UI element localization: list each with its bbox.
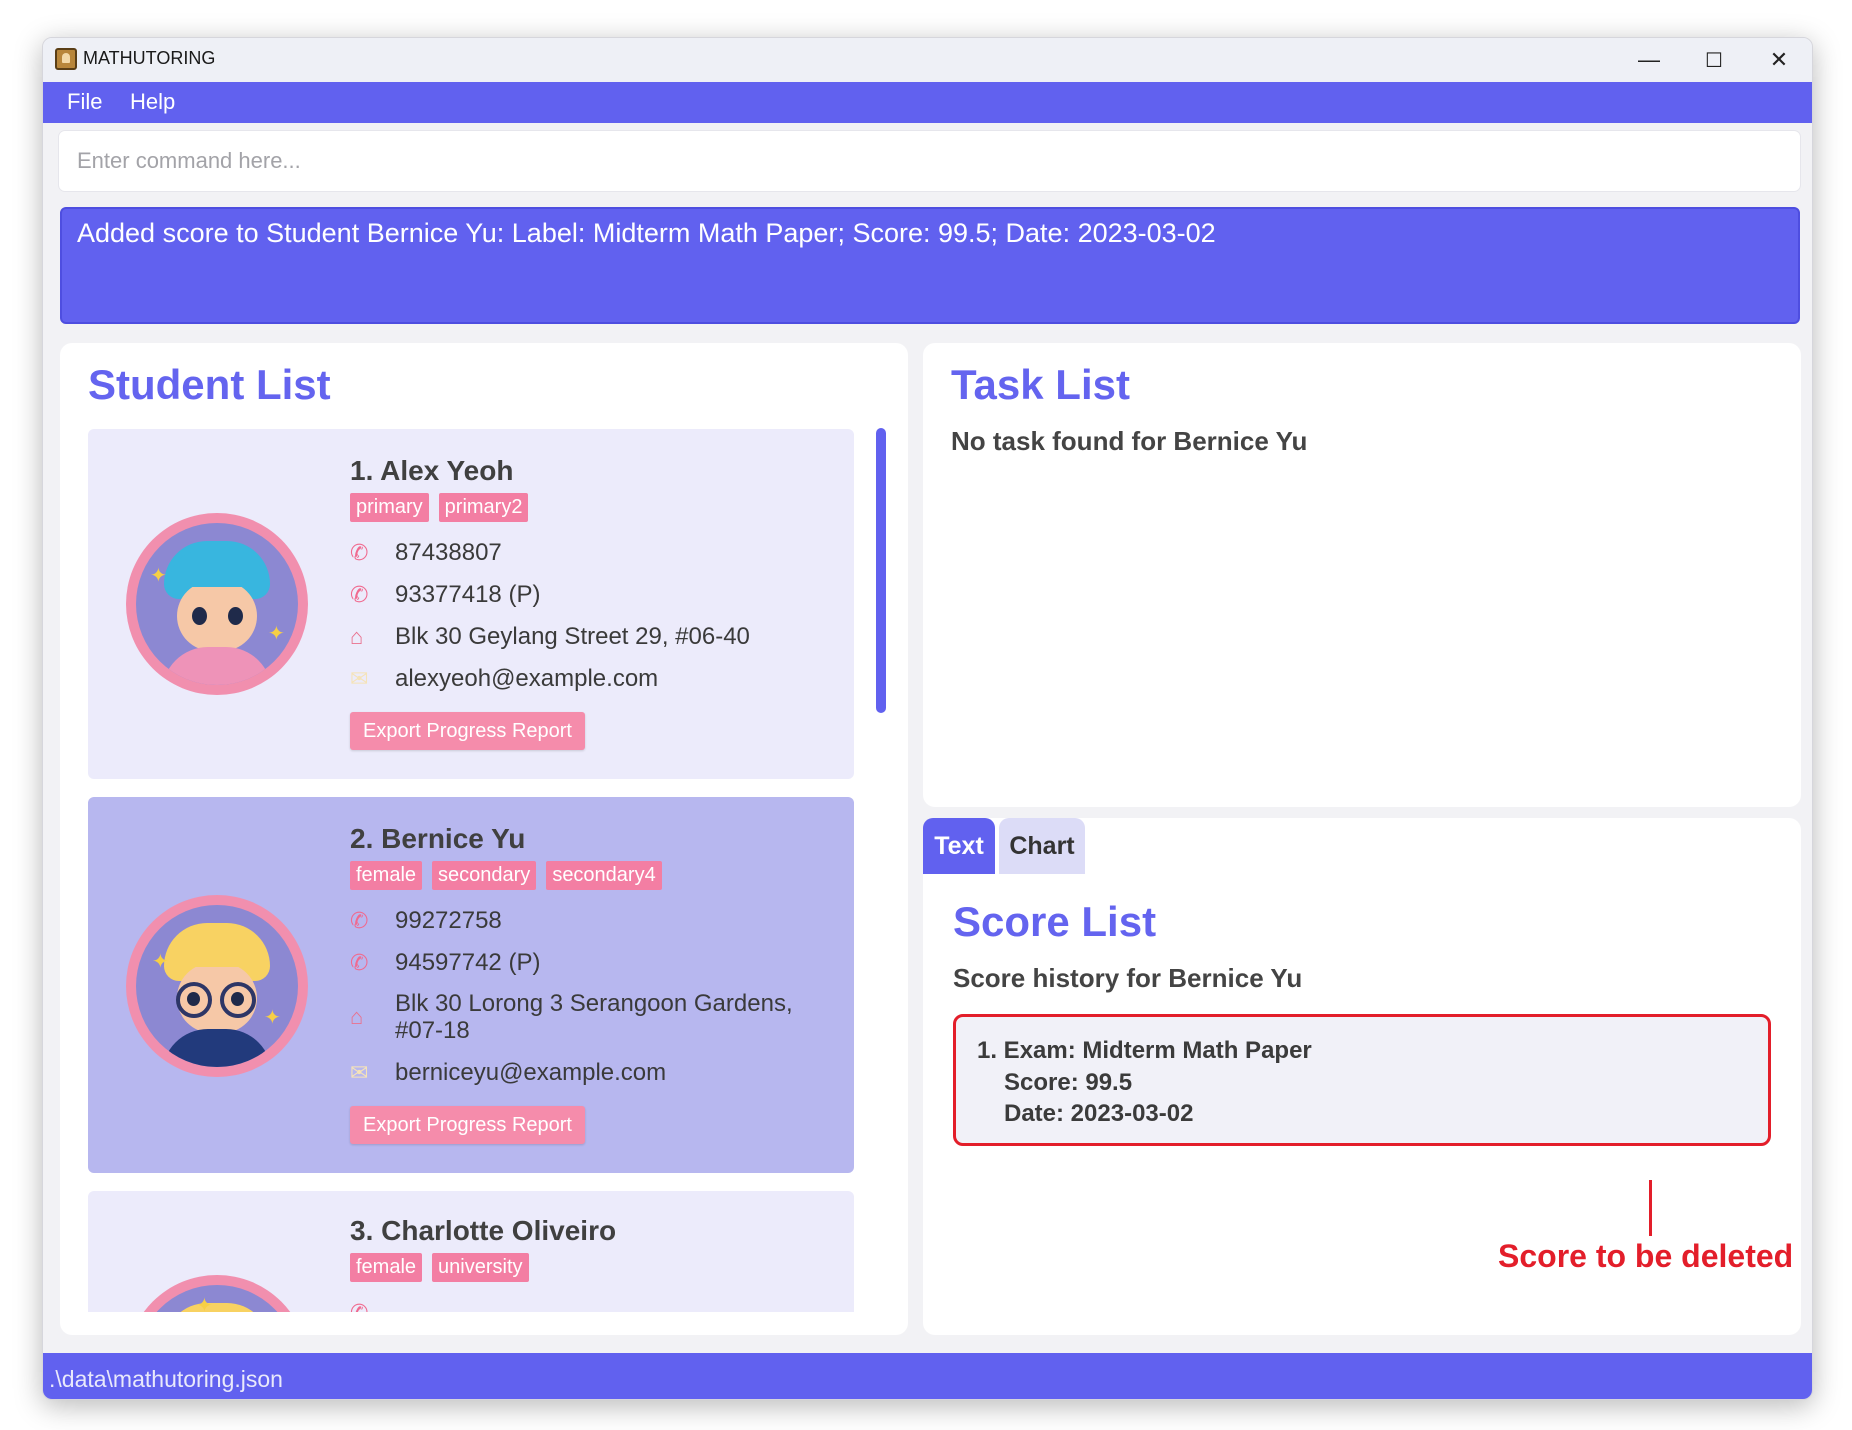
phone-icon: ✆ — [350, 540, 369, 565]
tag-list: female university — [350, 1253, 529, 1282]
tag: female — [350, 1253, 423, 1282]
student-list-title: Student List — [88, 361, 331, 408]
parent-phone-number: 94597742 (P) — [395, 949, 541, 976]
address-line-1: Blk 30 Lorong 3 Serangoon Gardens, — [395, 990, 793, 1017]
close-button[interactable]: ✕ — [1744, 38, 1812, 82]
tag: secondary4 — [546, 861, 662, 890]
house-icon: ⌂ — [350, 1004, 364, 1029]
callout-label: Score to be deleted — [1498, 1238, 1794, 1274]
email: berniceyu@example.com — [395, 1059, 667, 1086]
command-box — [58, 130, 1801, 192]
tag-list: primary primary2 — [350, 493, 529, 522]
score-entry-highlight[interactable]: 1. Exam: Midterm Math Paper Score: 99.5 … — [953, 1014, 1771, 1146]
phone-row: ✆ 99272758 — [350, 907, 502, 934]
tab-chart[interactable]: Chart — [999, 818, 1085, 874]
export-progress-report-button[interactable]: Export Progress Report — [350, 1106, 585, 1144]
result-message: Added score to Student Bernice Yu: Label… — [77, 218, 1216, 248]
score-date: Date: 2023-03-02 — [1004, 1100, 1194, 1127]
score-tabs: Text Chart — [923, 818, 1085, 874]
parent-phone-row: ✆ 93377418 (P) — [350, 581, 540, 608]
maximize-button[interactable]: ☐ — [1679, 38, 1749, 82]
student-list-scrollbar[interactable] — [876, 428, 886, 713]
task-list-panel: Task List No task found for Bernice Yu — [923, 343, 1801, 807]
address: Blk 30 Geylang Street 29, #06-40 — [395, 623, 750, 650]
address-line-2: #07-18 — [395, 1017, 470, 1044]
phone-number: 99272758 — [395, 907, 502, 934]
tag: university — [432, 1253, 529, 1282]
command-input[interactable] — [59, 131, 1800, 191]
avatar: ✦ ✦ — [126, 513, 308, 695]
status-bar: .\data\mathutoring.json — [43, 1353, 1812, 1399]
student-name: 1. Alex Yeoh — [350, 455, 514, 486]
address-row: ⌂ Blk 30 Lorong 3 Serangoon Gardens, #07… — [350, 990, 793, 1044]
minimize-button[interactable]: — — [1614, 38, 1684, 82]
data-file-path: .\data\mathutoring.json — [49, 1366, 283, 1392]
menu-bar: File Help — [43, 82, 1812, 123]
tag: female — [350, 861, 423, 890]
app-window: MATHUTORING — ☐ ✕ File Help Added score … — [42, 37, 1813, 1400]
tag: secondary — [432, 861, 537, 890]
phone-number: 87438807 — [395, 539, 502, 566]
tag: primary2 — [438, 493, 529, 522]
score-value: Score: 99.5 — [1004, 1069, 1133, 1096]
tag-list: female secondary secondary4 — [350, 861, 662, 890]
menu-help[interactable]: Help — [130, 89, 175, 115]
phone-icon: ✆ — [350, 1299, 395, 1312]
title-bar: MATHUTORING — ☐ ✕ — [43, 38, 1812, 82]
phone-icon: ✆ — [350, 908, 369, 933]
phone-row: ✆ 87438807 — [350, 539, 502, 566]
avatar: ✦ — [126, 1275, 308, 1312]
house-icon: ⌂ — [350, 624, 364, 649]
student-name: 2. Bernice Yu — [350, 823, 526, 854]
score-list-title: Score List — [953, 898, 1157, 945]
parent-phone-row: ✆ 94597742 (P) — [350, 949, 540, 976]
student-list[interactable]: ✦ ✦ 1. Alex Yeoh primary primary2 ✆ 8743… — [88, 429, 894, 1312]
window-title: MATHUTORING — [83, 48, 216, 68]
score-exam-label: 1. Exam: Midterm Math Paper — [977, 1037, 1312, 1064]
menu-file[interactable]: File — [67, 89, 102, 115]
student-name: 3. Charlotte Oliveiro — [350, 1215, 617, 1246]
task-list-message: No task found for Bernice Yu — [951, 426, 1308, 456]
student-card[interactable]: ✦ 3. Charlotte Oliveiro female universit… — [88, 1191, 854, 1312]
student-list-panel: Student List ✦ ✦ 1. Alex Yeoh primary pr… — [60, 343, 908, 1335]
phone-icon: ✆ — [350, 950, 369, 975]
tag: primary — [350, 493, 429, 522]
phone-row: ✆ — [350, 1299, 395, 1312]
envelope-icon: ✉ — [350, 1060, 369, 1085]
parent-phone-number: 93377418 (P) — [395, 581, 541, 608]
score-history-subtitle: Score history for Bernice Yu — [953, 963, 1303, 993]
email: alexyeoh@example.com — [395, 665, 659, 692]
phone-icon: ✆ — [350, 582, 369, 607]
task-list-title: Task List — [951, 361, 1130, 408]
tab-text[interactable]: Text — [923, 818, 995, 874]
export-progress-report-button[interactable]: Export Progress Report — [350, 712, 585, 750]
callout-connector — [1649, 1180, 1652, 1236]
student-card-selected[interactable]: ✦ ✦ 2. Bernice Yu female secondary secon… — [88, 797, 854, 1173]
student-card[interactable]: ✦ ✦ 1. Alex Yeoh primary primary2 ✆ 8743… — [88, 429, 854, 779]
email-row: ✉ berniceyu@example.com — [350, 1059, 666, 1086]
avatar: ✦ ✦ — [126, 895, 308, 1077]
address-row: ⌂ Blk 30 Geylang Street 29, #06-40 — [350, 623, 750, 650]
address: Blk 30 Lorong 3 Serangoon Gardens, #07-1… — [395, 990, 793, 1044]
result-display: Added score to Student Bernice Yu: Label… — [60, 207, 1800, 324]
envelope-icon: ✉ — [350, 666, 369, 691]
app-icon — [55, 48, 77, 70]
email-row: ✉ alexyeoh@example.com — [350, 665, 658, 692]
